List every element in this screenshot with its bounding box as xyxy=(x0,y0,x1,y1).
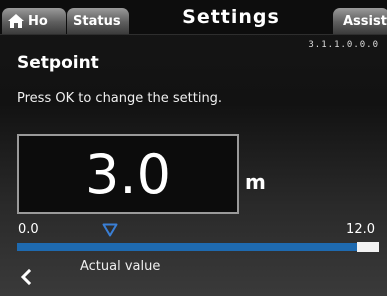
range-bar-fill xyxy=(17,243,377,251)
setpoint-value-field[interactable]: 3.0 xyxy=(17,134,239,214)
tab-status[interactable]: Status xyxy=(67,8,129,34)
setpoint-value: 3.0 xyxy=(85,142,171,206)
tab-assist[interactable]: Assist xyxy=(333,8,387,34)
range-bar-end-marker xyxy=(357,242,379,252)
instruction-text: Press OK to change the setting. xyxy=(17,91,223,106)
scale-max-label: 12.0 xyxy=(346,222,375,237)
actual-value-label: Actual value xyxy=(80,259,161,274)
tab-home-label: Ho xyxy=(28,13,48,29)
tab-settings[interactable]: Settings xyxy=(131,0,331,34)
setpoint-unit: m xyxy=(245,170,266,194)
triangle-down-icon xyxy=(102,223,118,237)
tab-divider xyxy=(0,34,387,35)
tab-assist-label: Assist xyxy=(343,13,387,29)
menu-code: 3.1.1.0.0.0 xyxy=(308,40,379,50)
chevron-left-icon[interactable] xyxy=(19,268,33,286)
page-title: Setpoint xyxy=(17,53,99,73)
tab-settings-label: Settings xyxy=(182,6,280,28)
tab-status-label: Status xyxy=(73,13,121,29)
tab-bar: Ho Status Settings Assist xyxy=(0,0,387,34)
setpoint-range-bar xyxy=(17,242,379,252)
pump-display-screen: Ho Status Settings Assist 3.1.1.0.0.0 Se… xyxy=(0,0,387,296)
scale-min-label: 0.0 xyxy=(18,222,39,237)
tab-home[interactable]: Ho xyxy=(2,8,66,34)
home-icon xyxy=(8,14,24,28)
